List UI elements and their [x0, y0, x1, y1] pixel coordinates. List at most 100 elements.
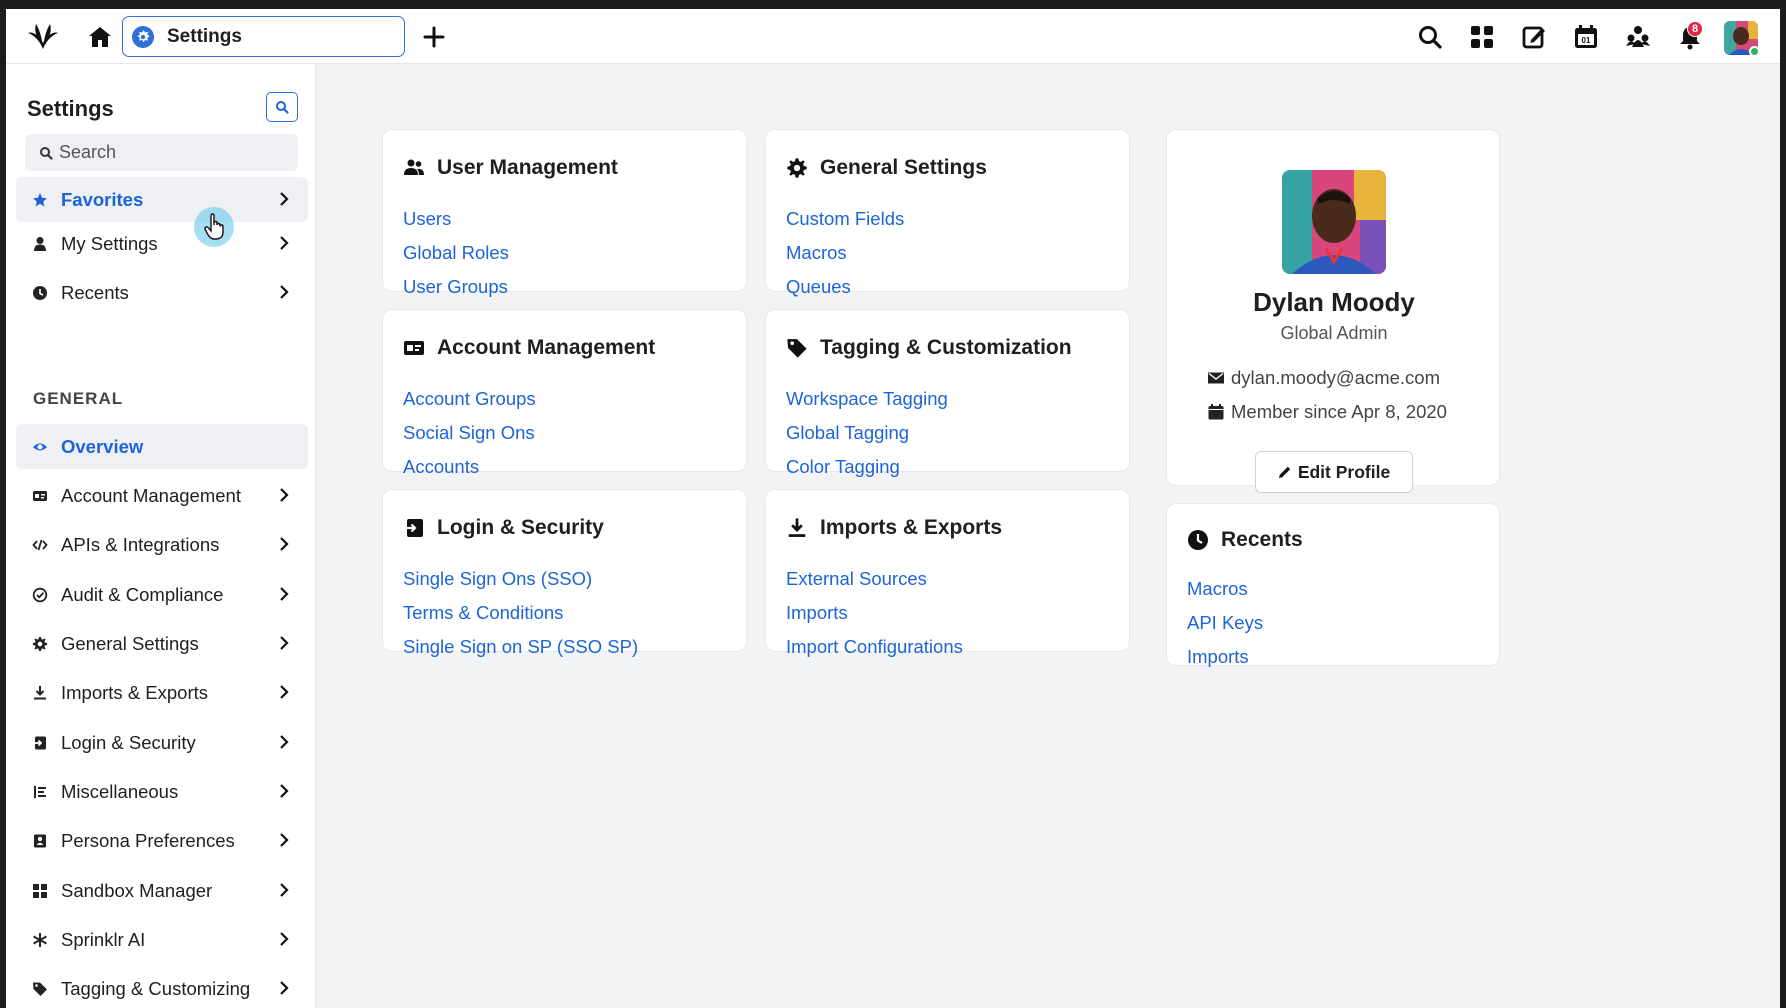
link-imports[interactable]: Imports — [786, 596, 963, 630]
users-icon — [404, 159, 424, 175]
card-header: Recents — [1187, 528, 1303, 552]
sidebar-item-label: Sandbox Manager — [61, 879, 213, 901]
sidebar-item-overview[interactable]: Overview — [16, 424, 308, 469]
envelope-icon — [1208, 372, 1224, 384]
sidebar-item-imports-exports[interactable]: Imports & Exports — [16, 670, 308, 715]
star-icon — [33, 192, 47, 206]
sidebar-item-label: Sprinklr AI — [61, 928, 146, 950]
sidebar-item-label: General Settings — [61, 632, 199, 654]
id-card-icon — [404, 341, 424, 355]
profile-member-row: Member since Apr 8, 2020 — [1207, 401, 1447, 423]
search-icon[interactable] — [1416, 23, 1444, 51]
sidebar-item-login-security[interactable]: Login & Security — [16, 720, 308, 765]
link-color-tagging[interactable]: Color Tagging — [786, 450, 948, 484]
pencil-icon — [1278, 466, 1291, 478]
app-window: Settings 01 8 Settings Search Favorites … — [6, 9, 1780, 1008]
tab-settings[interactable]: Settings — [122, 16, 405, 57]
profile-photo-icon — [1282, 170, 1386, 274]
sidebar-item-label: My Settings — [61, 232, 158, 254]
link-terms-conditions[interactable]: Terms & Conditions — [403, 596, 638, 630]
sidebar-item-label: Miscellaneous — [61, 780, 179, 802]
community-icon[interactable] — [1624, 23, 1652, 51]
sidebar-item-sandbox-manager[interactable]: Sandbox Manager — [16, 868, 308, 913]
download-icon — [34, 685, 46, 699]
sidebar-item-label: Persona Preferences — [61, 829, 235, 851]
chevron-right-icon — [280, 932, 289, 946]
sidebar-search-field[interactable] — [25, 134, 298, 171]
sidebar-search-button[interactable] — [266, 92, 298, 122]
search-icon — [40, 146, 53, 160]
id-card-icon — [33, 490, 47, 501]
sidebar-item-persona-preferences[interactable]: Persona Preferences — [16, 818, 308, 863]
sidebar-item-general-settings[interactable]: General Settings — [16, 621, 308, 666]
card-title: General Settings — [820, 156, 987, 179]
sidebar-item-my-settings[interactable]: My Settings — [16, 221, 308, 266]
clock-icon — [33, 285, 47, 300]
sidebar-section-general: GENERAL — [33, 389, 124, 408]
link-accounts[interactable]: Accounts — [403, 450, 536, 484]
card-header: Account Management — [403, 336, 655, 360]
sidebar-item-miscellaneous[interactable]: Miscellaneous — [16, 769, 308, 814]
chevron-right-icon — [280, 883, 289, 897]
link-sso-sp[interactable]: Single Sign on SP (SSO SP) — [403, 630, 638, 664]
link-global-tagging[interactable]: Global Tagging — [786, 416, 948, 450]
sprinklr-logo-icon[interactable] — [26, 21, 60, 51]
card-title: Login & Security — [437, 516, 604, 539]
link-account-groups[interactable]: Account Groups — [403, 382, 536, 416]
profile-card: Dylan Moody Global Admin dylan.moody@acm… — [1166, 129, 1500, 493]
sidebar-item-apis-integrations[interactable]: APIs & Integrations — [16, 522, 308, 567]
profile-photo — [1282, 170, 1386, 274]
sidebar-item-label: Login & Security — [61, 731, 196, 753]
sidebar-item-tagging-customizing[interactable]: Tagging & Customizing — [16, 966, 308, 1008]
link-user-groups[interactable]: User Groups — [403, 270, 509, 304]
chevron-right-icon — [280, 587, 289, 601]
edit-profile-button[interactable]: Edit Profile — [1255, 451, 1413, 493]
profile-name: Dylan Moody — [1253, 287, 1415, 317]
add-tab-icon[interactable] — [419, 22, 449, 52]
sidebar-item-audit-compliance[interactable]: Audit & Compliance — [16, 572, 308, 617]
card-title: Tagging & Customization — [820, 336, 1072, 359]
login-icon — [33, 736, 46, 749]
chevron-right-icon — [280, 537, 289, 551]
link-global-roles[interactable]: Global Roles — [403, 236, 509, 270]
sidebar-item-label: Audit & Compliance — [61, 583, 224, 605]
sidebar-item-label: Tagging & Customizing — [61, 977, 251, 999]
sidebar-item-favorites[interactable]: Favorites — [16, 177, 308, 222]
link-recent-imports[interactable]: Imports — [1187, 640, 1263, 674]
code-icon — [32, 539, 48, 550]
link-single-sign-ons[interactable]: Single Sign Ons (SSO) — [403, 562, 638, 596]
link-workspace-tagging[interactable]: Workspace Tagging — [786, 382, 948, 416]
gear-icon — [132, 25, 154, 48]
compose-icon[interactable] — [1520, 23, 1548, 51]
sidebar-search-input[interactable] — [59, 142, 279, 163]
link-queues[interactable]: Queues — [786, 270, 904, 304]
card-account-management: Account Management Account Groups Social… — [382, 309, 747, 477]
profile-role: Global Admin — [1280, 323, 1388, 343]
chevron-right-icon — [280, 981, 289, 995]
home-icon[interactable] — [86, 23, 114, 51]
sidebar-item-label: Account Management — [61, 484, 241, 506]
sidebar-item-label: Imports & Exports — [61, 681, 209, 703]
person-icon — [34, 236, 46, 251]
link-recent-macros[interactable]: Macros — [1187, 572, 1263, 606]
card-tagging-customization: Tagging & Customization Workspace Taggin… — [765, 309, 1130, 477]
sidebar-item-sprinklr-ai[interactable]: Sprinklr AI — [16, 917, 308, 962]
recents-card: Recents Macros API Keys Imports — [1166, 503, 1500, 667]
online-status-dot — [1749, 46, 1760, 57]
link-social-sign-ons[interactable]: Social Sign Ons — [403, 416, 536, 450]
settings-sidebar: Settings Favorites My Settings — [6, 64, 316, 1008]
link-recent-api-keys[interactable]: API Keys — [1187, 606, 1263, 640]
link-import-configurations[interactable]: Import Configurations — [786, 630, 963, 664]
sidebar-item-label: Favorites — [61, 188, 144, 210]
check-circle-icon — [32, 587, 48, 602]
calendar-icon[interactable]: 01 — [1572, 23, 1600, 51]
edit-profile-label: Edit Profile — [1297, 461, 1391, 482]
link-users[interactable]: Users — [403, 202, 509, 236]
link-external-sources[interactable]: External Sources — [786, 562, 963, 596]
sidebar-item-recents[interactable]: Recents — [16, 270, 308, 315]
apps-grid-icon[interactable] — [1468, 23, 1496, 51]
link-custom-fields[interactable]: Custom Fields — [786, 202, 904, 236]
link-macros[interactable]: Macros — [786, 236, 904, 270]
chevron-right-icon — [280, 636, 289, 650]
sidebar-item-account-management[interactable]: Account Management — [16, 473, 308, 518]
